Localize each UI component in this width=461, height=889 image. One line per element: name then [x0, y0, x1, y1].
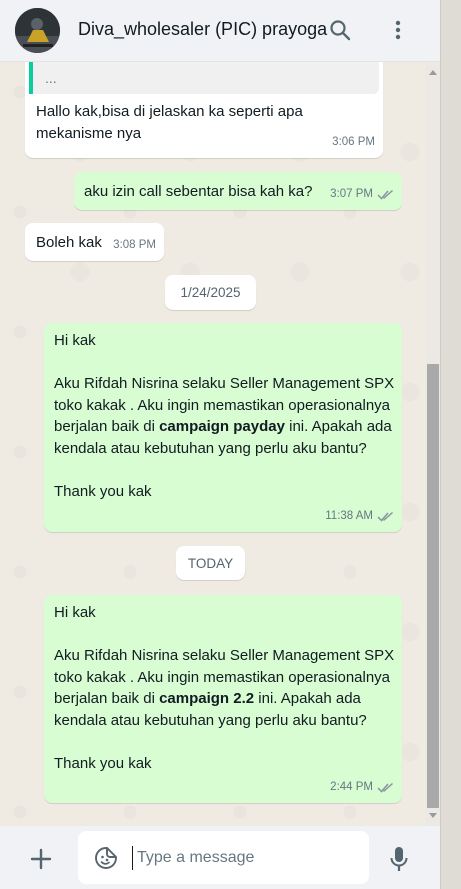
- message-input[interactable]: [132, 846, 360, 870]
- message-body: Aku Rifdah Nisrina selaku Seller Managem…: [54, 645, 399, 731]
- message-incoming[interactable]: ... Hallo kak,bisa di jelaskan ka sepert…: [25, 62, 383, 158]
- message-meta: 3:08 PM: [113, 235, 156, 257]
- message-meta: 3:06 PM: [332, 132, 375, 154]
- message-meta: 11:38 AM: [325, 506, 394, 528]
- contact-name[interactable]: Diva_wholesaler (PIC) prayoga: [78, 19, 327, 40]
- sticker-icon[interactable]: [93, 845, 119, 871]
- message-outgoing[interactable]: aku izin call sebentar bisa kah ka? 3:07…: [74, 172, 402, 210]
- message-time: 3:06 PM: [332, 135, 375, 148]
- message-closing: Thank you kak: [54, 482, 152, 500]
- avatar[interactable]: [15, 8, 60, 53]
- message-bold-text: campaign payday: [159, 418, 285, 435]
- chat-scrollbar[interactable]: [426, 62, 440, 826]
- message-list[interactable]: ... Hallo kak,bisa di jelaskan ka sepert…: [0, 62, 426, 826]
- message-meta: 2:44 PM: [330, 777, 394, 799]
- window-edge: [440, 0, 461, 889]
- scroll-down-arrow-icon[interactable]: [429, 813, 437, 818]
- double-check-icon: [377, 782, 393, 793]
- search-icon[interactable]: [327, 17, 353, 43]
- message-time: 2:44 PM: [330, 780, 373, 793]
- chat-header: Diva_wholesaler (PIC) prayoga: [0, 0, 440, 62]
- message-outgoing[interactable]: Hi kak Aku Rifdah Nisrina selaku Seller …: [44, 595, 402, 803]
- date-label: TODAY: [187, 555, 234, 571]
- message-composer-bar: [0, 826, 440, 889]
- kebab-menu-icon[interactable]: [385, 17, 411, 43]
- message-text: Boleh kak: [36, 234, 102, 251]
- message-greeting: Hi kak: [54, 332, 96, 349]
- message-input-container: [78, 831, 369, 884]
- message-incoming[interactable]: Boleh kak 3:08 PM: [25, 223, 164, 261]
- double-check-icon: [377, 189, 393, 200]
- message-body: Aku Rifdah Nisrina selaku Seller Managem…: [54, 373, 399, 459]
- quoted-message[interactable]: ...: [29, 62, 379, 94]
- message-content: Hi kak Aku Rifdah Nisrina selaku Seller …: [54, 330, 399, 502]
- date-separator: 1/24/2025: [165, 275, 256, 310]
- message-content: Hi kak Aku Rifdah Nisrina selaku Seller …: [54, 602, 399, 774]
- double-check-icon: [377, 511, 393, 522]
- scroll-up-arrow-icon[interactable]: [429, 70, 437, 75]
- scrollbar-thumb[interactable]: [427, 364, 439, 808]
- chat-window: Diva_wholesaler (PIC) prayoga ... Hallo …: [0, 0, 440, 889]
- message-text: Hallo kak,bisa di jelaskan ka seperti ap…: [36, 103, 303, 142]
- message-outgoing[interactable]: Hi kak Aku Rifdah Nisrina selaku Seller …: [44, 323, 402, 532]
- plus-icon[interactable]: [28, 846, 54, 872]
- message-text: aku izin call sebentar bisa kah ka?: [84, 183, 313, 200]
- date-separator: TODAY: [176, 546, 245, 580]
- message-time: 3:08 PM: [113, 238, 156, 251]
- message-time: 3:07 PM: [330, 187, 373, 200]
- message-meta: 3:07 PM: [330, 184, 394, 206]
- date-label: 1/24/2025: [180, 285, 241, 300]
- microphone-icon[interactable]: [386, 844, 412, 874]
- avatar-image: [15, 8, 60, 53]
- message-bold-text: campaign 2.2: [159, 690, 255, 707]
- message-greeting: Hi kak: [54, 604, 96, 621]
- message-closing: Thank you kak: [54, 754, 152, 772]
- message-time: 11:38 AM: [325, 509, 373, 522]
- quoted-message-text: ...: [45, 70, 57, 86]
